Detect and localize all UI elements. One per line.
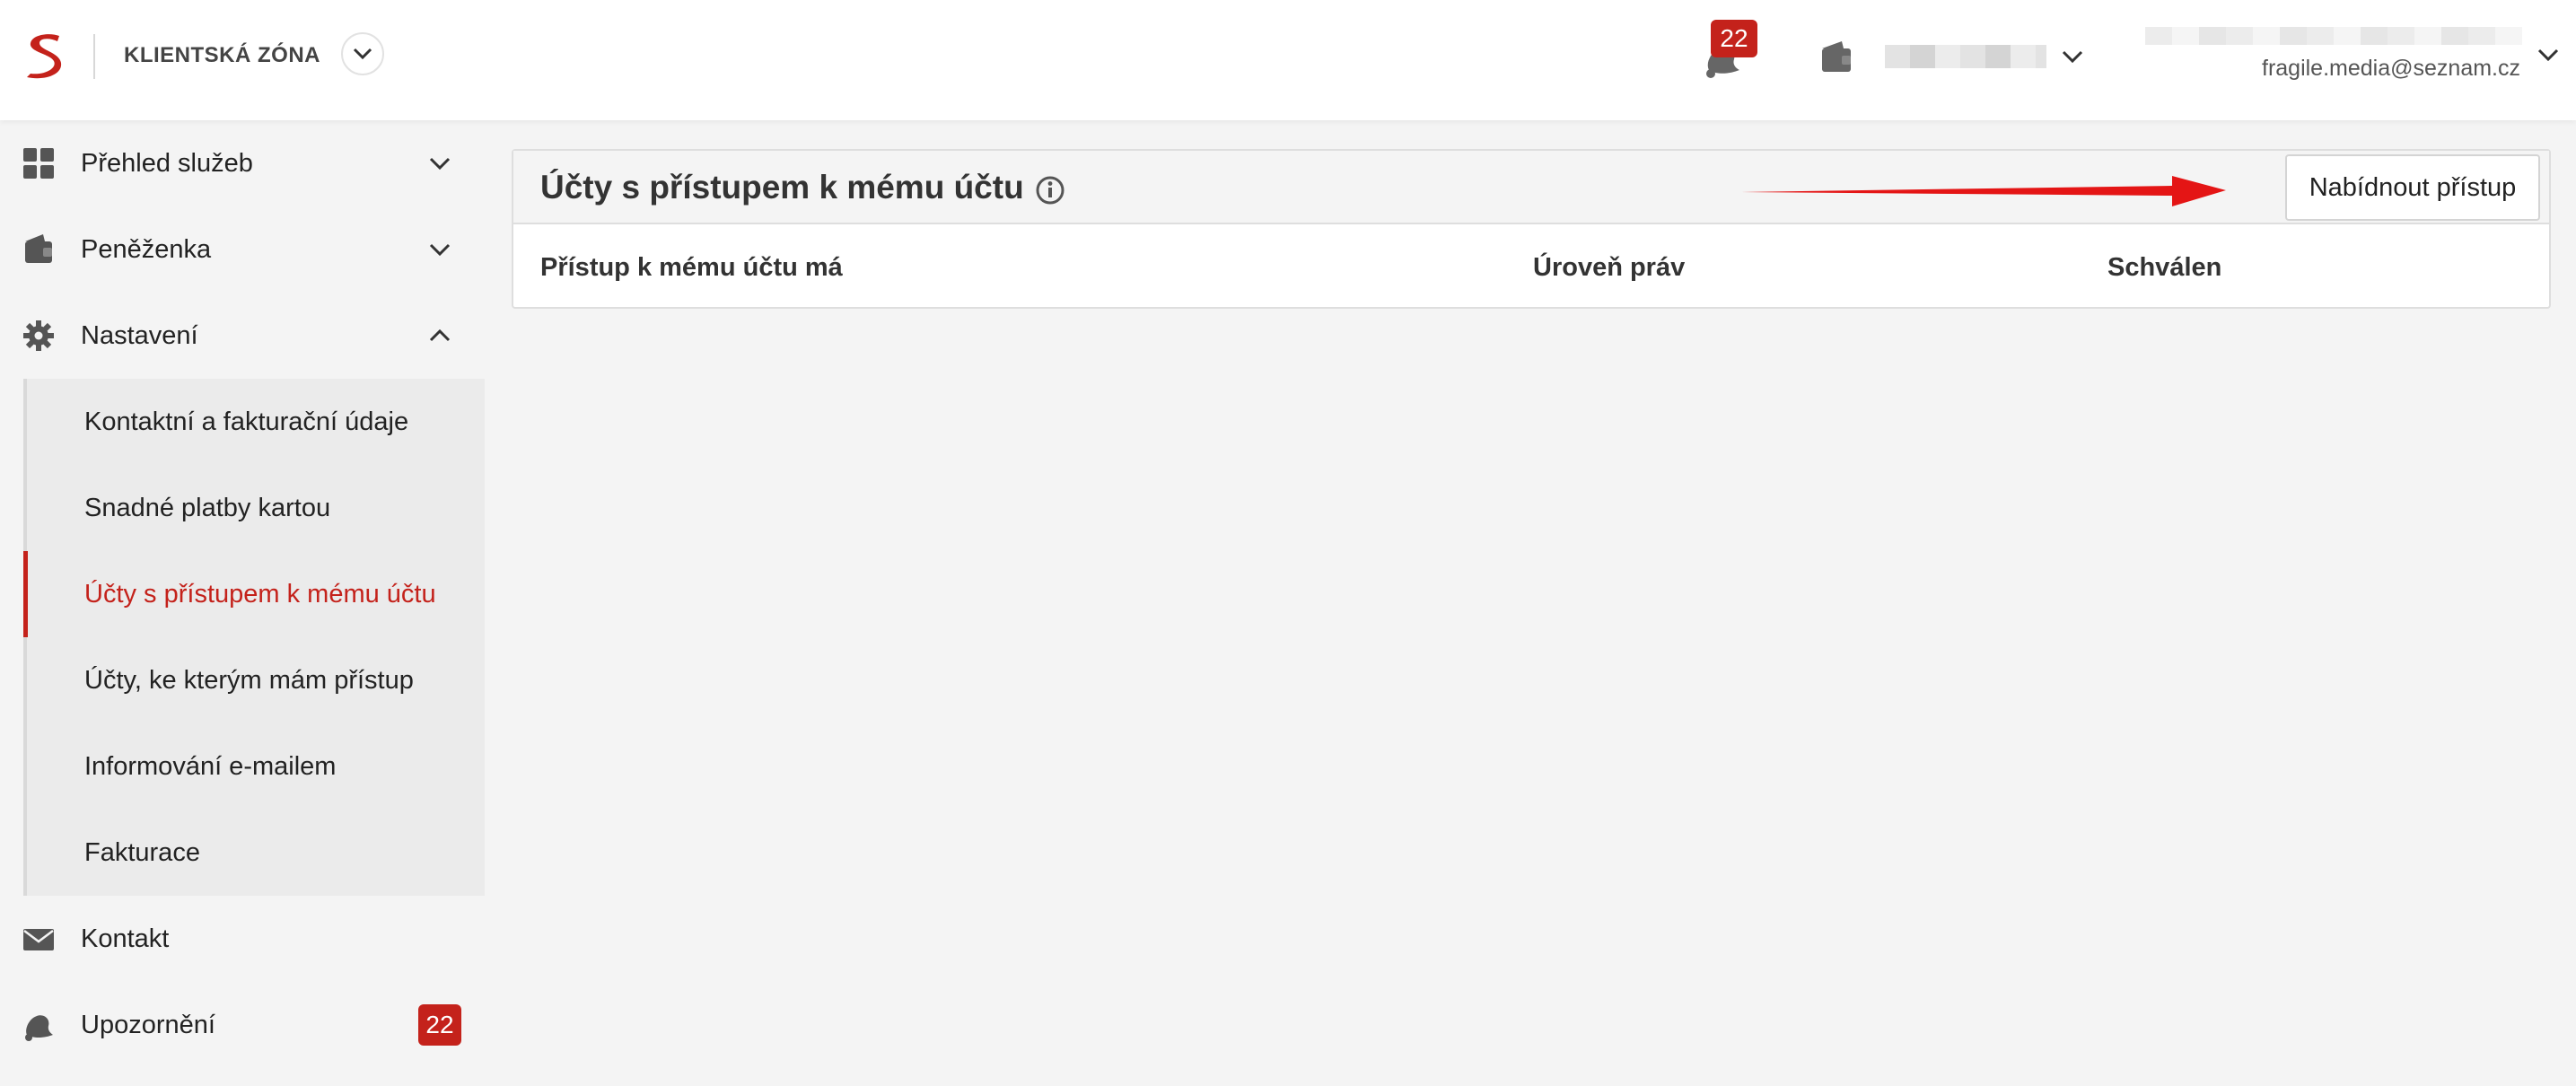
sidebar-item-label: Přehled služeb — [81, 148, 253, 178]
sidebar-item-services[interactable]: Přehled služeb — [0, 120, 485, 206]
subnav-item-label: Fakturace — [84, 837, 200, 867]
column-header-permission-level: Úroveň práv — [1533, 253, 1686, 282]
chevron-down-icon — [429, 157, 451, 171]
panel-header: Účty s přístupem k mému účtu Nabídnout p… — [513, 151, 2549, 224]
subnav-item-accounts-with-access[interactable]: Účty s přístupem k mému účtu — [23, 551, 481, 637]
subnav-item-label: Kontaktní a fakturační údaje — [84, 407, 409, 436]
sidebar-item-settings[interactable]: Nastavení — [0, 293, 485, 379]
subnav-item-email-notifications[interactable]: Informování e-mailem — [27, 723, 485, 810]
user-email[interactable]: fragile.media@seznam.cz — [2262, 56, 2520, 82]
brand-logo-icon[interactable] — [23, 31, 68, 81]
subnav-item-label: Informování e-mailem — [84, 751, 337, 781]
logo-divider — [93, 34, 95, 79]
bell-icon — [25, 1015, 53, 1041]
column-header-has-access: Přístup k mému účtu má — [540, 253, 843, 282]
sidebar-item-contact[interactable]: Kontakt — [0, 896, 485, 982]
sidebar-item-wallet[interactable]: Peněženka — [0, 206, 485, 293]
sidebar-item-notifications[interactable]: Upozornění 22 — [0, 982, 485, 1068]
subnav-item-card-payments[interactable]: Snadné platby kartou — [27, 465, 485, 551]
wallet-dropdown-button[interactable] — [2057, 43, 2088, 70]
sidebar-item-label: Nastavení — [81, 320, 198, 350]
chevron-up-icon — [429, 328, 451, 342]
subnav-item-accounts-i-access[interactable]: Účty, ke kterým mám přístup — [27, 637, 485, 723]
settings-subnav: Kontaktní a fakturační údaje Snadné plat… — [23, 379, 485, 896]
sidebar-item-label: Upozornění — [81, 1010, 215, 1039]
subnav-item-contact-billing[interactable]: Kontaktní a fakturační údaje — [27, 379, 485, 465]
chevron-down-icon — [2062, 50, 2083, 63]
grid-icon — [23, 148, 54, 179]
subnav-item-label: Účty s přístupem k mému účtu — [84, 579, 436, 609]
page-title: Účty s přístupem k mému účtu — [540, 169, 1024, 206]
subnav-item-invoicing[interactable]: Fakturace — [27, 810, 485, 896]
sidebar-item-label: Kontakt — [81, 924, 170, 953]
wallet-icon[interactable] — [1818, 39, 1854, 75]
zone-title: KLIENTSKÁ ZÓNA — [124, 43, 320, 67]
access-accounts-panel: Účty s přístupem k mému účtu Nabídnout p… — [512, 149, 2551, 309]
user-name-masked — [2145, 27, 2522, 45]
notifications-badge: 22 — [418, 1004, 461, 1046]
wallet-balance-masked — [1885, 45, 2046, 68]
chevron-down-icon — [353, 48, 372, 60]
notifications-badge: 22 — [1711, 20, 1757, 57]
envelope-icon — [23, 929, 54, 950]
subnav-item-label: Účty, ke kterým mám přístup — [84, 665, 414, 695]
red-arrow-annotation-icon — [1741, 176, 2226, 206]
sidebar: Přehled služeb Peněženka Nastavení Konta… — [0, 120, 485, 1086]
offer-access-button[interactable]: Nabídnout přístup — [2285, 154, 2540, 221]
subnav-item-label: Snadné platby kartou — [84, 493, 331, 522]
zone-switch-button[interactable] — [341, 32, 384, 75]
info-icon[interactable] — [1034, 174, 1066, 206]
wallet-icon — [25, 234, 52, 263]
sidebar-item-label: Peněženka — [81, 234, 212, 264]
gear-icon — [23, 320, 54, 351]
top-header: KLIENTSKÁ ZÓNA 22 fragile.media@seznam.c… — [0, 0, 2576, 120]
chevron-down-icon — [429, 243, 451, 257]
chevron-down-icon — [2537, 48, 2559, 61]
user-menu-button[interactable] — [2533, 39, 2563, 70]
column-header-approved: Schválen — [2107, 253, 2222, 282]
